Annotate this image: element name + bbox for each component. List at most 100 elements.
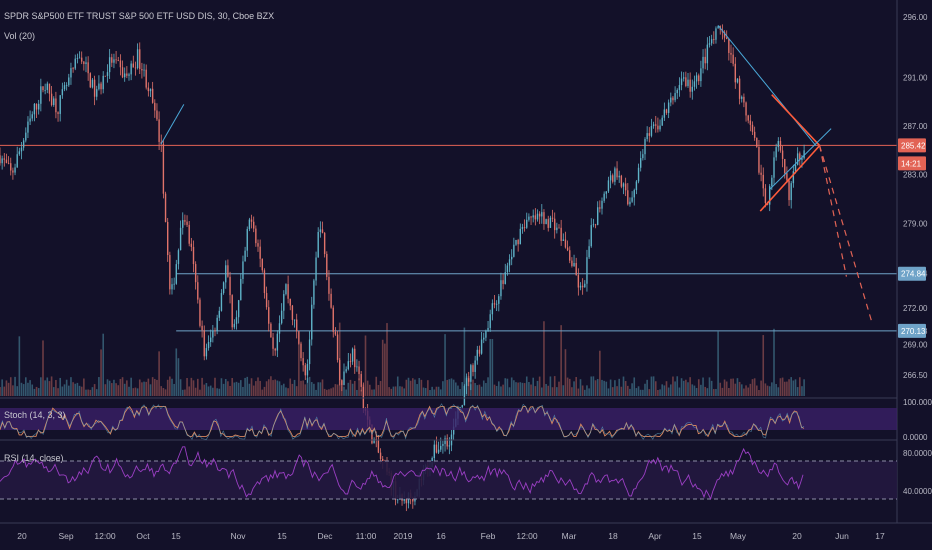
chart-canvas[interactable]: 296.00 291.00 287.00 283.00 279.00 274.84 272.… (0, 0, 932, 550)
volume-bar (25, 377, 27, 396)
candle-body (728, 38, 730, 53)
candle-body (143, 69, 145, 71)
candle-body (199, 299, 201, 326)
candle-body (311, 304, 313, 340)
volume-bar (562, 385, 565, 396)
volume-bar (173, 383, 175, 396)
candle-body (216, 317, 218, 331)
candle-body (136, 49, 139, 68)
candle-body (227, 265, 229, 277)
volume-bar (95, 389, 98, 396)
candle-body (63, 85, 66, 90)
candle-body (38, 103, 40, 110)
candle-body (551, 217, 554, 219)
volume-bar (280, 385, 283, 396)
volume-bar (695, 387, 698, 396)
volume-bar (257, 377, 259, 396)
volume-bar (528, 382, 530, 396)
volume-bar (753, 378, 756, 396)
volume-bar (657, 389, 659, 396)
candle-body (777, 141, 779, 148)
volume-bar (743, 388, 745, 396)
candle-body (328, 276, 330, 294)
volume-legend[interactable]: Vol (20) (4, 31, 35, 41)
candle-body (487, 327, 489, 331)
candle-body (756, 137, 758, 147)
volume-bar (500, 386, 502, 396)
symbol-legend[interactable]: SPDR S&P500 ETF TRUST S&P 500 ETF USD DI… (4, 11, 274, 21)
volume-bar (728, 388, 730, 396)
candle-body (334, 331, 337, 335)
volume-bar (59, 377, 61, 396)
volume-bar (676, 376, 679, 396)
volume-bar (369, 384, 371, 396)
volume-bar (310, 382, 313, 396)
candle-body (7, 162, 10, 164)
volume-bar (801, 386, 803, 396)
volume-bar (461, 382, 464, 396)
time-tick-label: May (730, 531, 747, 541)
volume-bar (717, 331, 719, 396)
candle-body (485, 330, 487, 338)
candle-body (517, 240, 519, 245)
volume-bar (786, 381, 788, 396)
candle-body (326, 253, 328, 277)
candle-body (685, 77, 687, 86)
rsi-legend[interactable]: RSI (14, close) (4, 453, 64, 463)
candle-body (779, 141, 782, 151)
volume-bar (672, 376, 674, 396)
volume-bar (5, 380, 8, 396)
candle-body (786, 173, 788, 181)
stoch-legend[interactable]: Stoch (14, 3, 3) (4, 410, 66, 420)
volume-bar (3, 386, 6, 396)
candle-body (483, 337, 485, 340)
candle-body (442, 444, 444, 446)
candle-body (796, 153, 799, 165)
volume-bar (358, 378, 360, 396)
candle-body (100, 83, 102, 90)
volume-bar (474, 383, 476, 396)
candle-body (588, 246, 590, 258)
volume-bar (577, 388, 580, 396)
candle-body (130, 63, 132, 75)
volume-bar (594, 380, 597, 396)
price-tick-label: 296.00 (903, 13, 928, 22)
volume-bar (648, 389, 651, 396)
volume-bar (783, 381, 786, 396)
candle-body (743, 96, 745, 103)
candle-body (285, 284, 287, 295)
volume-bar (504, 378, 507, 396)
candle-body (158, 119, 160, 142)
candle-body (343, 371, 345, 385)
volume-bar (18, 336, 21, 396)
candle-body (151, 88, 154, 103)
volume-bar (160, 386, 163, 396)
volume-bar (691, 384, 694, 396)
candle-body (197, 282, 199, 300)
volume-bar (523, 383, 526, 396)
volume-bar (401, 386, 403, 396)
volume-bar (431, 386, 433, 396)
candle-body (184, 220, 186, 222)
volume-bar (482, 380, 485, 396)
candle-body (231, 295, 233, 328)
candle-body (760, 172, 762, 175)
volume-bar (771, 382, 773, 396)
volume-bar (132, 388, 135, 396)
candle-body (616, 168, 618, 178)
volume-bar (302, 380, 304, 396)
volume-bar (323, 388, 326, 396)
candle-body (126, 73, 128, 76)
volume-bar (113, 379, 115, 396)
candle-body (762, 174, 764, 189)
candle-body (433, 444, 435, 459)
volume-bar (399, 386, 401, 396)
candle-body (111, 57, 113, 63)
candle-body (201, 325, 203, 331)
volume-bar (734, 383, 737, 396)
candle-body (308, 339, 311, 365)
volume-bar (68, 385, 70, 396)
volume-bar (609, 379, 612, 396)
candle-body (188, 224, 190, 244)
time-tick-label: Oct (136, 531, 150, 541)
